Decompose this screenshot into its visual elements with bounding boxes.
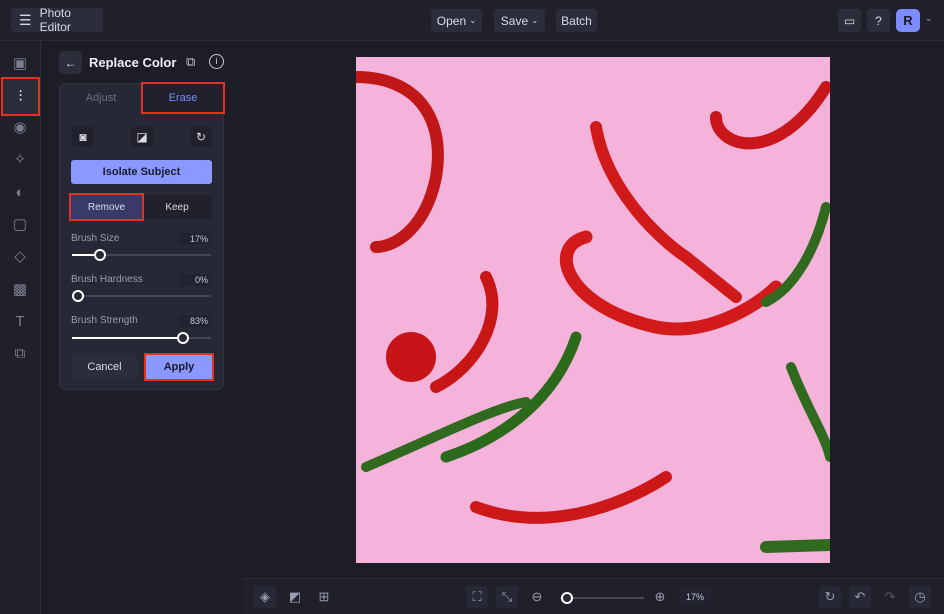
isolate-subject-button[interactable]: Isolate Subject <box>71 160 212 184</box>
layers-icon[interactable]: ◈ <box>254 586 276 608</box>
brush-hardness-slider[interactable] <box>72 290 211 302</box>
save-label: Save <box>500 13 529 28</box>
brush-mode-icon[interactable]: ◙ <box>72 126 94 147</box>
remove-button[interactable]: Remove <box>69 193 144 221</box>
open-label: Open <box>436 13 467 28</box>
menu-button[interactable]: ☰ Photo Editor <box>11 6 103 34</box>
replace-color-panel: Adjust Erase ◙ ◪ ↻ Isolate Subject Remov… <box>59 82 225 390</box>
frame-icon[interactable]: ▢ <box>10 215 30 235</box>
avatar[interactable]: R <box>896 9 920 32</box>
open-button[interactable]: Open ⌄ <box>431 9 482 32</box>
text-icon[interactable]: T <box>10 312 30 332</box>
sparkle-icon[interactable]: ✧ <box>10 150 30 170</box>
shapes-icon[interactable]: ◇ <box>10 247 30 267</box>
texture-icon[interactable]: ▩ <box>10 280 30 300</box>
hamburger-icon: ☰ <box>19 11 32 28</box>
reset-icon[interactable]: ↻ <box>190 126 212 147</box>
zoom-out-icon[interactable]: ⊖ <box>526 586 548 608</box>
fit-screen-icon[interactable]: ⛶ <box>466 586 488 608</box>
tab-adjust[interactable]: Adjust <box>60 84 142 112</box>
apply-button[interactable]: Apply <box>144 353 214 381</box>
chevron-down-icon[interactable]: ⌄ <box>925 13 933 24</box>
redo-icon[interactable]: ↷ <box>879 586 901 608</box>
cancel-button[interactable]: Cancel <box>71 355 138 379</box>
comment-icon[interactable]: ▭ <box>838 9 861 32</box>
top-bar: ☰ Photo Editor Open ⌄ Save ⌄ Batch ▭ ? R… <box>0 0 944 41</box>
grid-icon[interactable]: ⊞ <box>313 586 335 608</box>
app-title: Photo Editor <box>39 6 71 34</box>
palette-icon[interactable]: ◐ <box>10 183 30 203</box>
undo-icon[interactable]: ↶ <box>849 586 871 608</box>
zoom-value[interactable]: 17% <box>679 589 711 605</box>
compare-icon[interactable]: ◩ <box>284 586 306 608</box>
image-icon[interactable]: ▣ <box>10 54 30 74</box>
eye-icon[interactable]: ◉ <box>10 118 30 138</box>
overlay-icon[interactable]: ⧉ <box>10 344 30 364</box>
canvas-area <box>242 41 944 577</box>
brush-strength-label: Brush Strength <box>71 315 138 326</box>
panel-title: Replace Color <box>89 55 177 70</box>
brush-hardness-value[interactable]: 0% <box>179 274 211 286</box>
keep-button[interactable]: Keep <box>142 195 212 219</box>
brush-size-label: Brush Size <box>71 233 120 244</box>
brush-strength-slider[interactable] <box>72 332 211 344</box>
info-icon[interactable]: i <box>209 54 224 69</box>
brush-hardness-label: Brush Hardness <box>71 274 143 285</box>
chevron-down-icon: ⌄ <box>469 16 477 25</box>
chevron-down-icon: ⌄ <box>531 16 539 25</box>
help-icon[interactable]: ? <box>867 9 890 32</box>
history-icon[interactable]: ◷ <box>909 586 931 608</box>
shrink-icon[interactable]: ⤡ <box>496 586 518 608</box>
chili-photo[interactable] <box>356 57 830 563</box>
bottom-toolbar: ◈ ◩ ⊞ ⛶ ⤡ ⊖ ⊕ 17% ↻ ↶ ↷ ◷ <box>242 578 944 614</box>
tab-erase[interactable]: Erase <box>141 82 225 114</box>
back-button[interactable]: ← <box>59 51 82 74</box>
save-button[interactable]: Save ⌄ <box>494 9 545 32</box>
brush-size-slider[interactable] <box>72 249 211 261</box>
zoom-in-icon[interactable]: ⊕ <box>649 586 671 608</box>
adjust-sliders-icon[interactable]: ⫶ <box>1 77 40 116</box>
tool-rail: ▣ ⫶ ◉ ✧ ◐ ▢ ◇ ▩ T ⧉ <box>0 41 41 614</box>
batch-button[interactable]: Batch <box>556 9 597 32</box>
brush-size-value[interactable]: 17% <box>179 233 211 245</box>
refresh-icon[interactable]: ↻ <box>819 586 841 608</box>
erase-background-icon[interactable]: ◪ <box>131 126 153 147</box>
copy-icon[interactable]: ⧉ <box>186 54 195 70</box>
brush-strength-value[interactable]: 83% <box>179 315 211 327</box>
zoom-slider[interactable] <box>560 592 644 604</box>
